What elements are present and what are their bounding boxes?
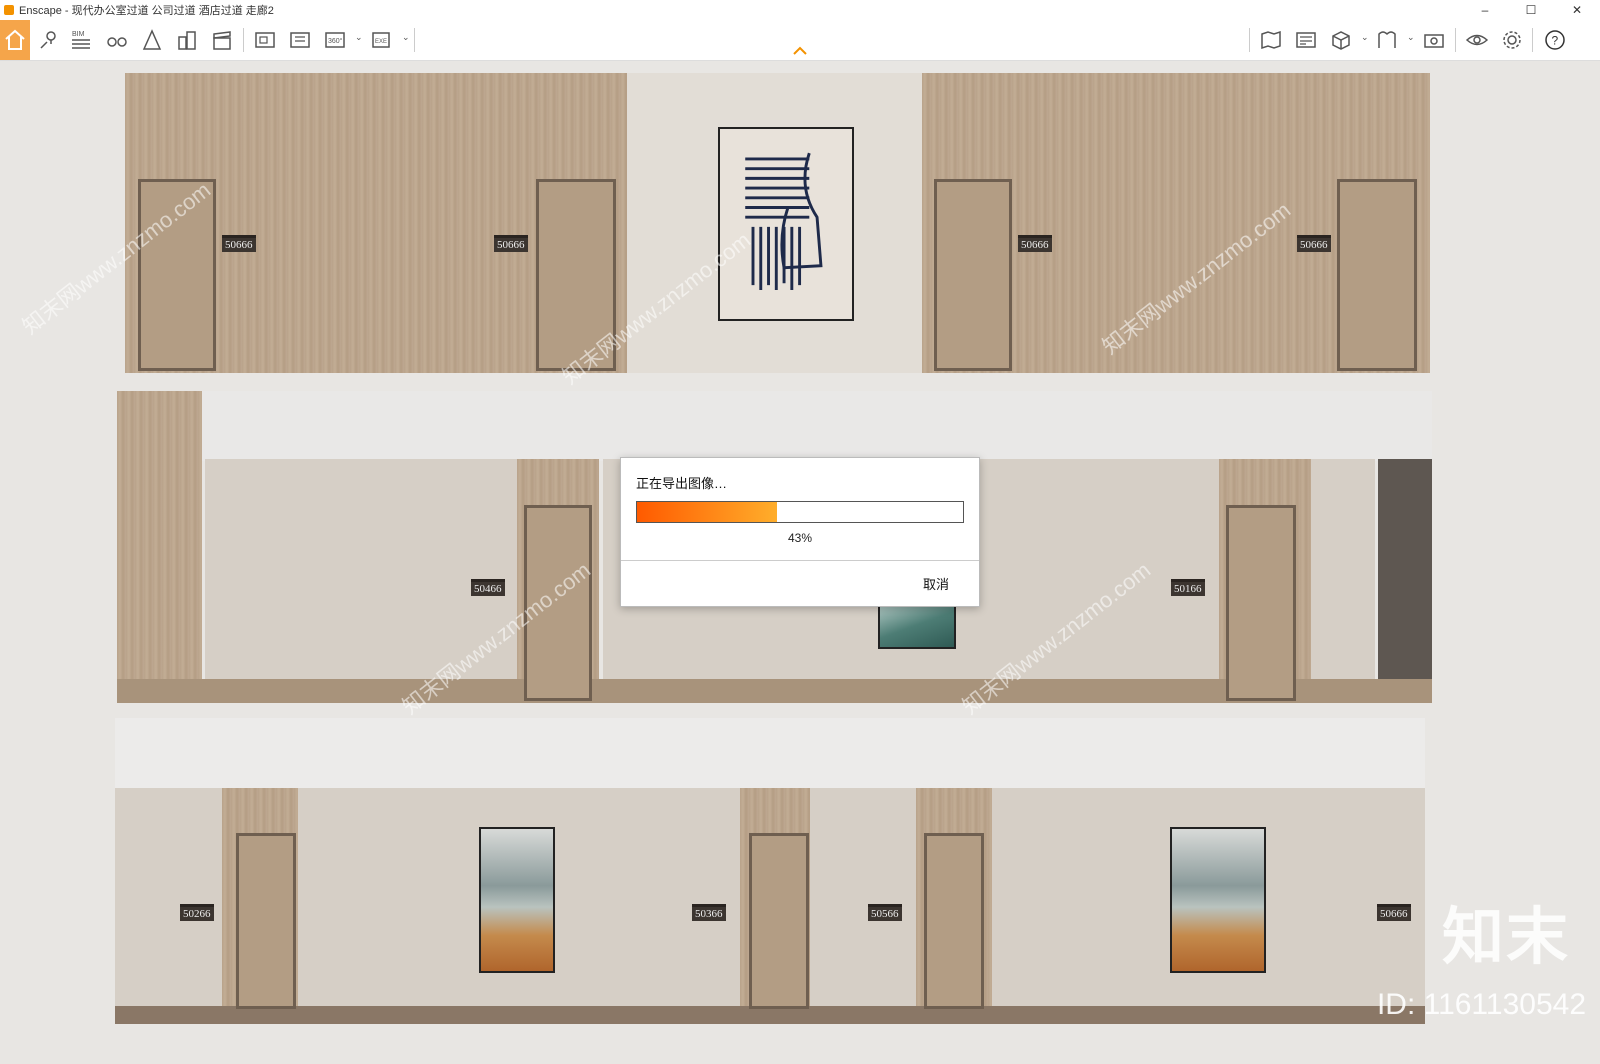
door bbox=[934, 179, 1012, 371]
bim-icon: BIM bbox=[72, 31, 90, 49]
maximize-button[interactable]: ☐ bbox=[1508, 0, 1554, 20]
toolbar-separator bbox=[1532, 28, 1533, 52]
batch-render-button[interactable] bbox=[285, 24, 315, 56]
clapper-icon bbox=[213, 31, 231, 50]
room-number-plate: 50666 bbox=[494, 235, 528, 252]
room-number-plate: 50266 bbox=[180, 904, 214, 921]
toolbar-separator bbox=[1455, 28, 1456, 52]
dialog-divider bbox=[621, 560, 979, 561]
wall-fabric-panel bbox=[205, 459, 517, 679]
map-button[interactable] bbox=[1256, 24, 1286, 56]
chevron-down-icon[interactable]: ⌄ bbox=[402, 32, 410, 43]
gear-icon bbox=[1503, 31, 1521, 49]
wall-wood-panel bbox=[117, 391, 202, 703]
material-editor-button[interactable] bbox=[1372, 24, 1402, 56]
toolbar-separator bbox=[243, 28, 244, 52]
close-button[interactable]: ✕ bbox=[1554, 0, 1600, 20]
window-title: Enscape - 现代办公室过道 公司过道 酒店过道 走廊2 bbox=[19, 5, 274, 17]
settings-button[interactable] bbox=[1497, 24, 1527, 56]
bim-label: BIM bbox=[72, 31, 85, 38]
capture-button[interactable] bbox=[1419, 24, 1449, 56]
door bbox=[536, 179, 616, 371]
buildings-icon bbox=[178, 31, 196, 50]
mountain-painting bbox=[479, 827, 555, 973]
location-button[interactable] bbox=[34, 24, 64, 56]
bim-button[interactable]: BIM bbox=[66, 24, 96, 56]
ceiling-band bbox=[117, 391, 1432, 461]
location-pin-icon bbox=[40, 31, 56, 49]
help-button[interactable]: ? bbox=[1540, 24, 1570, 56]
asset-library-button[interactable] bbox=[137, 24, 167, 56]
room-number-plate: 50666 bbox=[222, 235, 256, 252]
ceiling-band bbox=[115, 718, 1425, 788]
room-number-plate: 50466 bbox=[471, 579, 505, 596]
site-context-button[interactable] bbox=[172, 24, 202, 56]
toolbar-separator bbox=[414, 28, 415, 52]
binoculars-button[interactable] bbox=[102, 24, 132, 56]
panorama-button[interactable]: 360° bbox=[320, 24, 350, 56]
door bbox=[524, 505, 592, 701]
door bbox=[138, 179, 216, 371]
svg-text:?: ? bbox=[1552, 34, 1559, 48]
dialog-title: 正在导出图像… bbox=[636, 476, 728, 491]
brand-watermark: 知末 bbox=[1441, 903, 1570, 972]
eye-icon bbox=[1465, 34, 1489, 46]
export-exe-button[interactable]: EXE bbox=[367, 24, 397, 56]
visual-settings-button[interactable] bbox=[1291, 24, 1321, 56]
video-editor-button[interactable] bbox=[207, 24, 237, 56]
camera-icon bbox=[1424, 34, 1444, 48]
chevron-down-icon[interactable]: ⌄ bbox=[1361, 32, 1369, 43]
enscape-logo-icon bbox=[4, 5, 14, 15]
room-number-plate: 50666 bbox=[1297, 235, 1331, 252]
chevron-down-icon[interactable]: ⌄ bbox=[355, 32, 363, 43]
material-icon bbox=[1378, 31, 1396, 48]
progress-percent: 43% bbox=[787, 531, 813, 545]
export-exe-label: EXE bbox=[375, 39, 387, 45]
id-watermark: ID: 1161130542 bbox=[1376, 988, 1586, 1021]
wall-fabric-panel bbox=[1311, 459, 1375, 703]
visual-settings-icon bbox=[1296, 32, 1316, 48]
home-icon bbox=[5, 29, 25, 50]
panorama-360-icon: 360° bbox=[325, 32, 345, 48]
screenshot-button[interactable] bbox=[250, 24, 280, 56]
door bbox=[1226, 505, 1296, 701]
title-bar: Enscape - 现代办公室过道 公司过道 酒店过道 走廊2 – ☐ ✕ bbox=[0, 0, 1600, 20]
chevron-down-icon[interactable]: ⌄ bbox=[1407, 32, 1415, 43]
help-icon: ? bbox=[1545, 30, 1565, 50]
map-icon bbox=[1261, 30, 1281, 50]
door bbox=[236, 833, 296, 1009]
room-number-plate: 50366 bbox=[692, 904, 726, 921]
batch-render-icon bbox=[290, 32, 310, 48]
room-number-plate: 50666 bbox=[1018, 235, 1052, 252]
minimize-button[interactable]: – bbox=[1462, 0, 1508, 20]
room-number-plate: 50666 bbox=[1377, 904, 1411, 921]
binoculars-icon bbox=[107, 37, 127, 47]
mountain-painting bbox=[1170, 827, 1266, 973]
door bbox=[749, 833, 809, 1009]
room-number-plate: 50166 bbox=[1171, 579, 1205, 596]
export-exe-icon: EXE bbox=[372, 32, 390, 48]
vr-button[interactable] bbox=[1462, 24, 1492, 56]
view-cube-button[interactable] bbox=[1326, 24, 1356, 56]
cube-icon bbox=[1332, 31, 1350, 50]
screenshot-icon bbox=[255, 32, 275, 48]
panorama-label: 360° bbox=[328, 37, 343, 45]
asset-icon bbox=[142, 29, 162, 50]
door bbox=[1337, 179, 1417, 371]
door bbox=[924, 833, 984, 1009]
export-progress-dialog: 正在导出图像… 43% 取消 bbox=[620, 457, 980, 607]
room-number-plate: 50566 bbox=[868, 904, 902, 921]
cancel-button[interactable]: 取消 bbox=[923, 574, 949, 593]
toolbar-separator bbox=[1249, 28, 1250, 52]
export-progress-bar bbox=[636, 501, 964, 523]
home-button[interactable] bbox=[0, 20, 30, 60]
wall-dark-panel bbox=[1378, 459, 1432, 703]
abstract-painting bbox=[718, 127, 854, 321]
abstract-line-art bbox=[745, 152, 823, 290]
chevron-up-icon[interactable] bbox=[792, 44, 808, 56]
progress-fill bbox=[637, 502, 778, 522]
